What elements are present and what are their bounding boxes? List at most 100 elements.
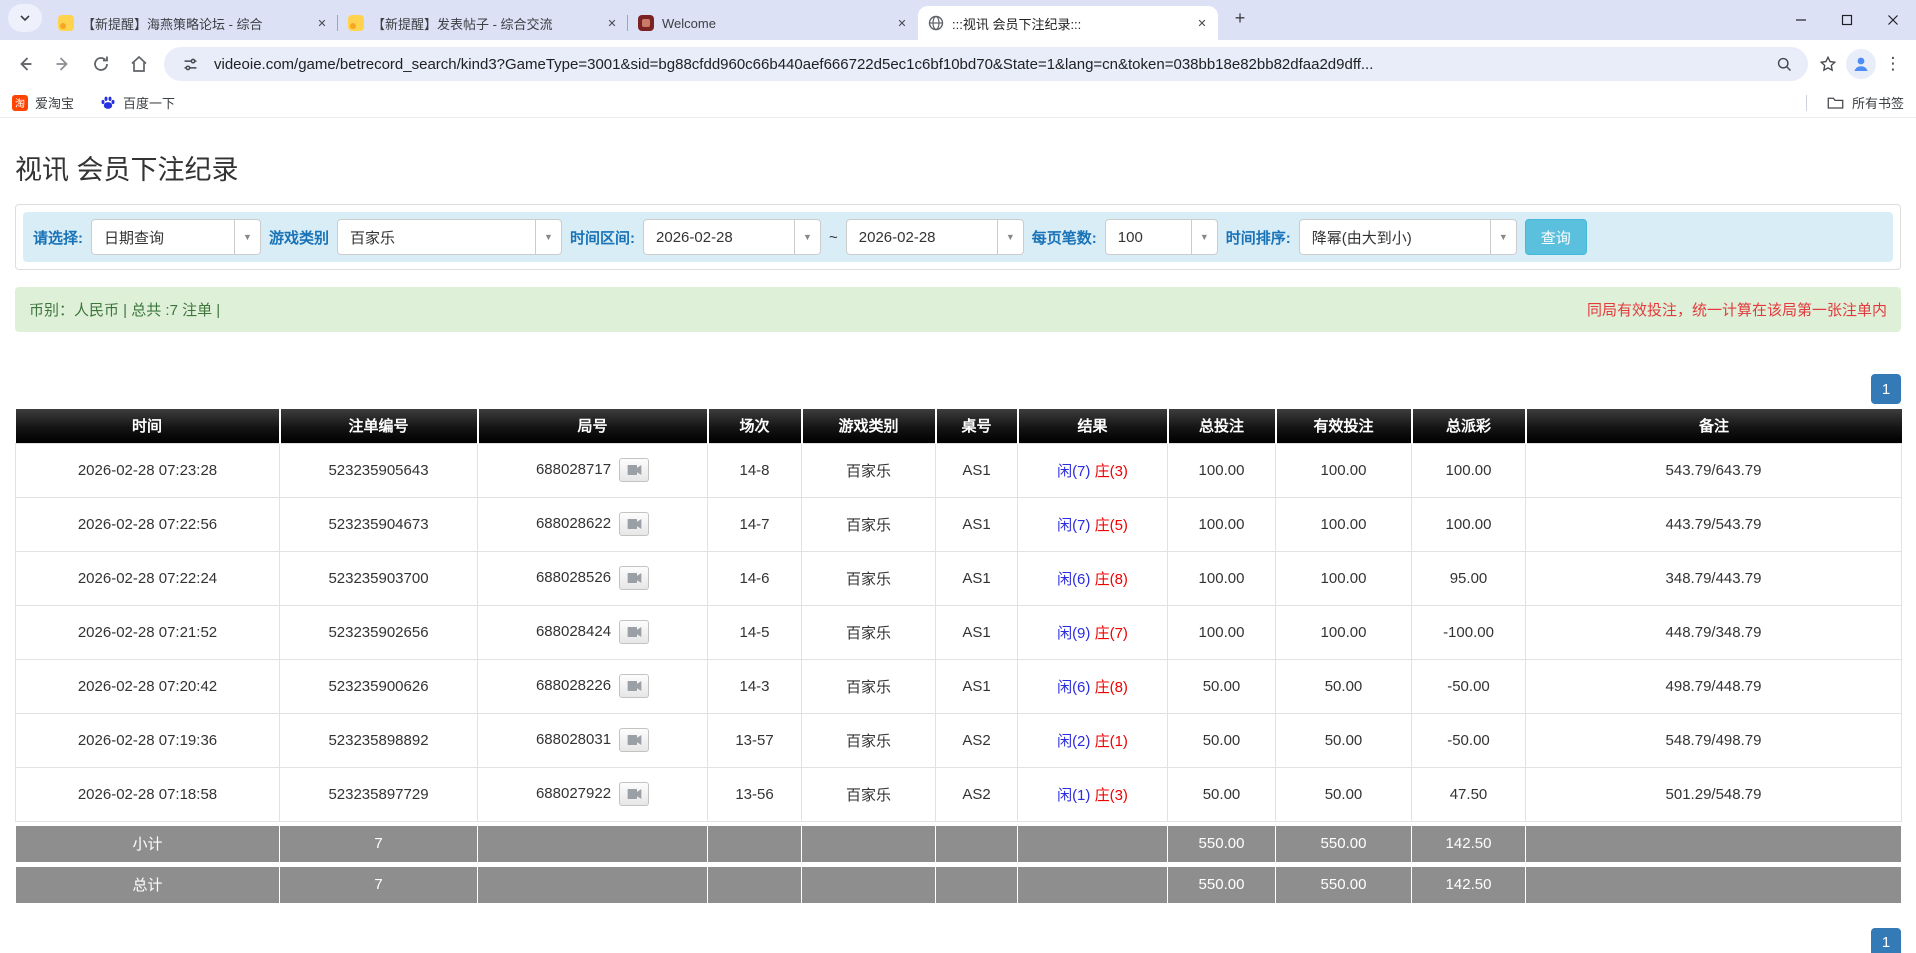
cell-total-bet[interactable]: 50.00 — [1168, 659, 1276, 713]
minimize-window-icon[interactable] — [1778, 0, 1824, 40]
cell-total-bet[interactable]: 100.00 — [1168, 551, 1276, 605]
chevron-down-icon — [19, 12, 31, 24]
filter-panel: 请选择: 日期查询 ▼ 游戏类别 百家乐 ▼ 时间区间: 2026-02-28 … — [15, 204, 1901, 270]
summary-bar: 币别：人民币 | 总共 :7 注单 | 同局有效投注，统一计算在该局第一张注单内 — [15, 287, 1901, 332]
tab-title: 【新提醒】发表帖子 - 综合交流 — [372, 14, 600, 33]
col-payout: 总派彩 — [1412, 409, 1526, 443]
cell-game-type: 百家乐 — [802, 659, 936, 713]
maximize-window-icon[interactable] — [1824, 0, 1870, 40]
game-type-select[interactable]: 百家乐 ▼ — [337, 219, 562, 255]
close-tab-icon[interactable]: ✕ — [604, 15, 620, 31]
new-tab-button[interactable]: + — [1226, 4, 1254, 32]
round-video-button[interactable] — [619, 566, 649, 590]
cell-table-no: AS2 — [936, 767, 1018, 821]
cell-payout: -100.00 — [1412, 605, 1526, 659]
cell-total-bet[interactable]: 100.00 — [1168, 443, 1276, 497]
cell-total-bet[interactable]: 50.00 — [1168, 713, 1276, 767]
bookmarks-bar: 淘 爱淘宝 百度一下 所有书签 — [0, 88, 1916, 118]
cell-bet-id: 523235903700 — [280, 551, 478, 605]
close-window-icon[interactable] — [1870, 0, 1916, 40]
total-row: 总计 7 550.00 550.00 142.50 — [16, 866, 1902, 903]
pagination-bottom: 1 — [15, 928, 1901, 953]
close-tab-icon[interactable]: ✕ — [894, 15, 910, 31]
cell-game-type: 百家乐 — [802, 767, 936, 821]
cell-valid-bet: 100.00 — [1276, 443, 1412, 497]
tab-search-button[interactable] — [8, 4, 42, 32]
round-video-button[interactable] — [619, 674, 649, 698]
cell-time: 2026-02-28 07:21:52 — [16, 605, 280, 659]
caret-down-icon: ▼ — [1490, 220, 1516, 254]
globe-icon — [928, 15, 944, 31]
cell-result: 闲(9) 庄(7) — [1018, 605, 1168, 659]
page-1-button[interactable]: 1 — [1871, 374, 1901, 404]
page-size-select[interactable]: 100 ▼ — [1105, 219, 1218, 255]
result-player: 闲(2) — [1057, 733, 1090, 750]
tab-bet-record-active[interactable]: :::视讯 会员下注纪录::: ✕ — [918, 6, 1218, 40]
table-row: 2026-02-28 07:22:24523235903700688028526… — [16, 551, 1902, 605]
bet-records-table: 时间 注单编号 局号 场次 游戏类别 桌号 结果 总投注 有效投注 总派彩 备注… — [15, 409, 1902, 904]
bookmark-star-icon[interactable] — [1814, 50, 1842, 78]
bookmark-aitaobao[interactable]: 淘 爱淘宝 — [12, 93, 74, 112]
site-info-icon[interactable] — [176, 50, 204, 78]
tab-title: 【新提醒】海燕策略论坛 - 综合 — [82, 14, 310, 33]
all-bookmarks-label: 所有书签 — [1852, 93, 1904, 112]
page-size-label: 每页笔数: — [1032, 227, 1097, 248]
subtotal-count: 7 — [280, 825, 478, 862]
round-video-button[interactable] — [619, 512, 649, 536]
round-video-button[interactable] — [619, 728, 649, 752]
cell-total-bet[interactable]: 100.00 — [1168, 605, 1276, 659]
tab-forum-1[interactable]: 【新提醒】海燕策略论坛 - 综合 ✕ — [48, 6, 338, 40]
bookmark-baidu[interactable]: 百度一下 — [100, 93, 175, 112]
date-from-select[interactable]: 2026-02-28 ▼ — [643, 219, 821, 255]
round-video-button[interactable] — [619, 620, 649, 644]
round-video-button[interactable] — [619, 458, 649, 482]
browser-menu-icon[interactable]: ⋮ — [1880, 54, 1906, 74]
reload-icon[interactable] — [84, 47, 118, 81]
tab-forum-2[interactable]: 【新提醒】发表帖子 - 综合交流 ✕ — [338, 6, 628, 40]
total-count: 7 — [280, 866, 478, 903]
query-type-value: 日期查询 — [92, 227, 234, 248]
currency-summary-text: 币别：人民币 | 总共 :7 注单 | — [29, 299, 220, 320]
cell-total-bet[interactable]: 100.00 — [1168, 497, 1276, 551]
tab-welcome[interactable]: Welcome ✕ — [628, 6, 918, 40]
subtotal-label: 小计 — [16, 825, 280, 862]
col-bet-id: 注单编号 — [280, 409, 478, 443]
close-tab-icon[interactable]: ✕ — [1194, 15, 1210, 31]
cell-table-no: AS1 — [936, 497, 1018, 551]
forward-icon[interactable] — [46, 47, 80, 81]
date-to-select[interactable]: 2026-02-28 ▼ — [846, 219, 1024, 255]
cell-total-bet[interactable]: 50.00 — [1168, 767, 1276, 821]
cell-game-type: 百家乐 — [802, 497, 936, 551]
col-game-type: 游戏类别 — [802, 409, 936, 443]
url-bar[interactable]: videoie.com/game/betrecord_search/kind3?… — [164, 47, 1808, 81]
baidu-paw-icon — [100, 95, 116, 111]
page-1-button[interactable]: 1 — [1871, 928, 1901, 953]
caret-down-icon: ▼ — [997, 220, 1023, 254]
cell-note: 448.79/348.79 — [1526, 605, 1902, 659]
all-bookmarks[interactable]: 所有书签 — [1806, 93, 1904, 112]
query-type-select[interactable]: 日期查询 ▼ — [91, 219, 261, 255]
url-text[interactable]: videoie.com/game/betrecord_search/kind3?… — [214, 56, 1770, 73]
col-table-no: 桌号 — [936, 409, 1018, 443]
result-banker: 庄(8) — [1095, 679, 1128, 696]
zoom-icon[interactable] — [1770, 50, 1798, 78]
profile-avatar-icon[interactable] — [1846, 49, 1876, 79]
subtotal-valid-bet: 550.00 — [1276, 825, 1412, 862]
sort-select[interactable]: 降幂(由大到小) ▼ — [1299, 219, 1517, 255]
search-button[interactable]: 查询 — [1525, 219, 1587, 255]
range-separator: ~ — [829, 229, 838, 246]
back-icon[interactable] — [8, 47, 42, 81]
total-payout: 142.50 — [1412, 866, 1526, 903]
cell-table-no: AS1 — [936, 605, 1018, 659]
result-player: 闲(1) — [1057, 787, 1090, 804]
col-note: 备注 — [1526, 409, 1902, 443]
close-tab-icon[interactable]: ✕ — [314, 15, 330, 31]
round-video-button[interactable] — [619, 782, 649, 806]
cell-note: 543.79/643.79 — [1526, 443, 1902, 497]
browser-toolbar: videoie.com/game/betrecord_search/kind3?… — [0, 40, 1916, 88]
pagination-top: 1 — [15, 374, 1901, 404]
cell-bet-id: 523235897729 — [280, 767, 478, 821]
browser-window: 【新提醒】海燕策略论坛 - 综合 ✕ 【新提醒】发表帖子 - 综合交流 ✕ We… — [0, 0, 1916, 953]
cell-bet-id: 523235905643 — [280, 443, 478, 497]
home-icon[interactable] — [122, 47, 156, 81]
